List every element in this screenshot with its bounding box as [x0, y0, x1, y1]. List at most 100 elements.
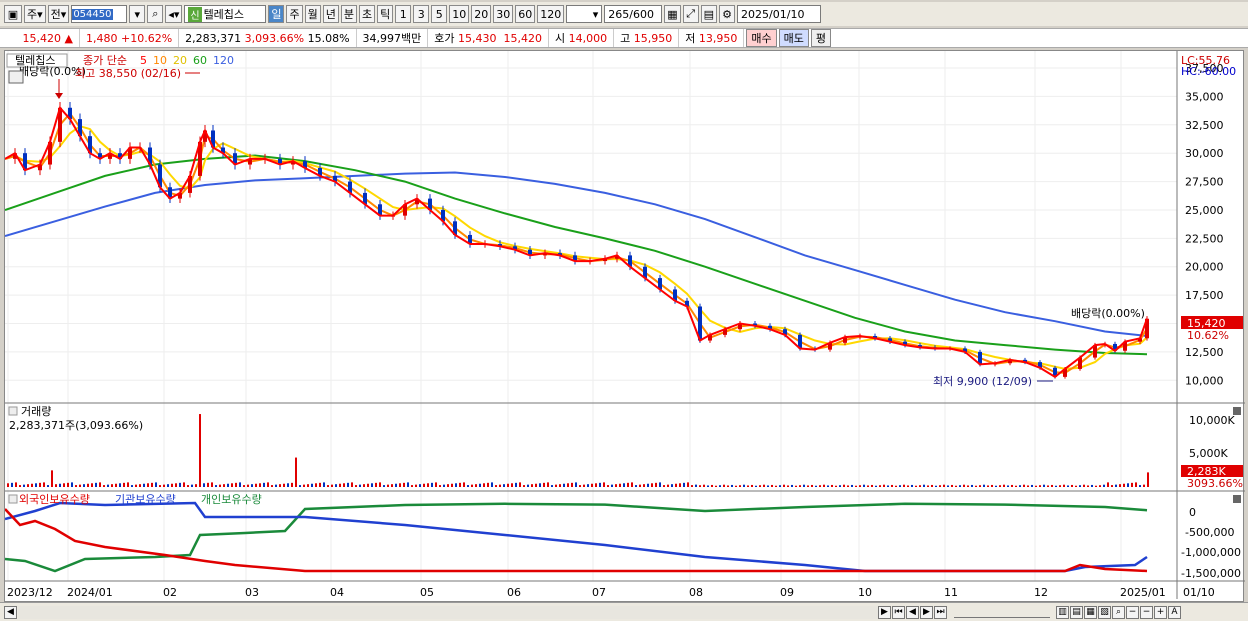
hc-label: HC:-60.00: [1181, 65, 1236, 78]
interval-1[interactable]: 1: [395, 5, 412, 23]
last-page-icon[interactable]: ⏭: [934, 605, 947, 619]
stock-name-field[interactable]: 신 텔레칩스: [184, 5, 267, 23]
tool-icon-3[interactable]: ▦: [1084, 605, 1097, 619]
volume-bar: [863, 484, 865, 487]
holder-close-icon[interactable]: [1233, 495, 1241, 503]
zoom-search-icon[interactable]: ⌕: [1112, 605, 1125, 619]
next-page-icon[interactable]: ▶: [920, 605, 933, 619]
period-minute[interactable]: 분: [340, 5, 357, 23]
volume-bar: [67, 482, 69, 487]
x-axis-label: 05: [420, 586, 434, 599]
volume-bar: [1107, 482, 1109, 487]
price-y-label: 22,500: [1185, 232, 1224, 245]
holder-pane-icon[interactable]: [8, 494, 18, 504]
period-day[interactable]: 일: [268, 5, 285, 23]
volume-bar: [999, 485, 1001, 487]
zoom-out-icon[interactable]: −: [1126, 605, 1139, 619]
sell-button[interactable]: 매도: [778, 29, 809, 47]
stock-code-input[interactable]: 054450: [71, 5, 128, 23]
holder-y-15m: -1,500,000: [1181, 567, 1241, 580]
date-field[interactable]: 2025/01/10: [737, 5, 822, 23]
search-icon[interactable]: ⌕: [147, 5, 164, 23]
tool-icon-4[interactable]: ▧: [1098, 605, 1111, 619]
volume-bar: [607, 485, 609, 487]
volume-bar: [807, 485, 809, 487]
tool-icon-1[interactable]: ▥: [1056, 605, 1069, 619]
tool-icon-2[interactable]: ▤: [1070, 605, 1083, 619]
interval-custom-dropdown[interactable]: ▾: [566, 5, 603, 23]
volume-bar: [147, 483, 149, 487]
zoom-slider[interactable]: [954, 607, 1050, 618]
volume-bar: [251, 484, 253, 487]
grid-icon[interactable]: ▦: [664, 5, 681, 23]
market-select[interactable]: 주 ▾: [24, 5, 46, 23]
volume-bar: [235, 482, 237, 487]
volume-bar: [279, 484, 281, 487]
amount: 34,997백만: [357, 29, 429, 47]
zoom-minus-icon[interactable]: −: [1140, 605, 1153, 619]
sound-icon[interactable]: ◂▾: [165, 5, 183, 23]
interval-120[interactable]: 120: [537, 5, 565, 23]
volume-bar: [1095, 485, 1097, 487]
volume-bar: [499, 484, 501, 487]
font-size-icon[interactable]: A: [1168, 605, 1181, 619]
volume-bar: [663, 485, 665, 487]
volume-bar: [551, 485, 553, 487]
x-axis-label: 03: [245, 586, 259, 599]
chart-window-icon[interactable]: ▣: [4, 5, 22, 23]
draw-icon[interactable]: ⤢: [682, 5, 699, 23]
volume-bar: [935, 485, 937, 487]
period-month[interactable]: 월: [304, 5, 321, 23]
volume-bar: [1091, 484, 1093, 487]
price-y-label: 30,000: [1185, 147, 1224, 160]
period-week[interactable]: 주: [286, 5, 303, 23]
market-select-2[interactable]: 전 ▾: [47, 5, 70, 23]
count-value: 265: [608, 7, 630, 21]
interval-3[interactable]: 3: [413, 5, 430, 23]
volume-bar: [891, 484, 893, 487]
interval-20[interactable]: 20: [471, 5, 492, 23]
volume-bar: [103, 485, 105, 487]
zoom-plus-icon[interactable]: +: [1154, 605, 1167, 619]
volume-bar: [987, 485, 989, 487]
volume-bar: [511, 483, 513, 487]
x-axis-label: 10: [858, 586, 872, 599]
period-tick[interactable]: 틱: [377, 5, 394, 23]
volume-bar: [219, 484, 221, 487]
volume-bar: [7, 483, 9, 487]
interval-60[interactable]: 60: [515, 5, 536, 23]
interval-5[interactable]: 5: [431, 5, 448, 23]
volume-close-icon[interactable]: [1233, 407, 1241, 415]
scrollbar-track[interactable]: [18, 605, 878, 619]
period-second[interactable]: 초: [358, 5, 376, 23]
volume-bar: [811, 484, 813, 487]
volume-bar: [55, 484, 57, 487]
volume-bar: [1015, 485, 1017, 487]
indicator-icon[interactable]: [8, 70, 24, 84]
interval-10[interactable]: 10: [449, 5, 470, 23]
x-axis-label: 07: [592, 586, 606, 599]
buy-button[interactable]: 매수: [746, 29, 777, 47]
volume-pane-icon[interactable]: [8, 406, 18, 416]
volume-bar: [199, 414, 201, 487]
count-field[interactable]: 265/600: [604, 5, 663, 23]
settings-gear-icon[interactable]: ⚙: [719, 5, 736, 23]
chart-svg[interactable]: 37,50035,00032,50030,00027,50025,00022,5…: [4, 51, 1245, 603]
volume-bar: [527, 484, 529, 487]
count-max: /600: [629, 7, 654, 21]
avg-button[interactable]: 평: [810, 29, 832, 47]
code-dropdown-icon[interactable]: ▾: [129, 5, 146, 23]
interval-30[interactable]: 30: [493, 5, 514, 23]
x-axis-label: 09: [780, 586, 794, 599]
scroll-left-icon[interactable]: ◀: [4, 605, 17, 619]
quote-bar: 15,420 ▲ 1,480 +10.62% 2,283,371 3,093.6…: [0, 28, 1248, 48]
up-arrow-icon: ▲: [64, 31, 73, 45]
scroll-right-icon[interactable]: ▶: [878, 605, 891, 619]
volume-bar: [719, 485, 721, 487]
save-icon[interactable]: ▤: [700, 5, 718, 23]
prev-page-icon[interactable]: ◀: [906, 605, 919, 619]
low-annot: 최저 9,900 (12/09): [933, 375, 1032, 388]
period-year[interactable]: 년: [322, 5, 339, 23]
volume-bar: [915, 485, 917, 487]
first-page-icon[interactable]: ⏮: [892, 605, 905, 619]
